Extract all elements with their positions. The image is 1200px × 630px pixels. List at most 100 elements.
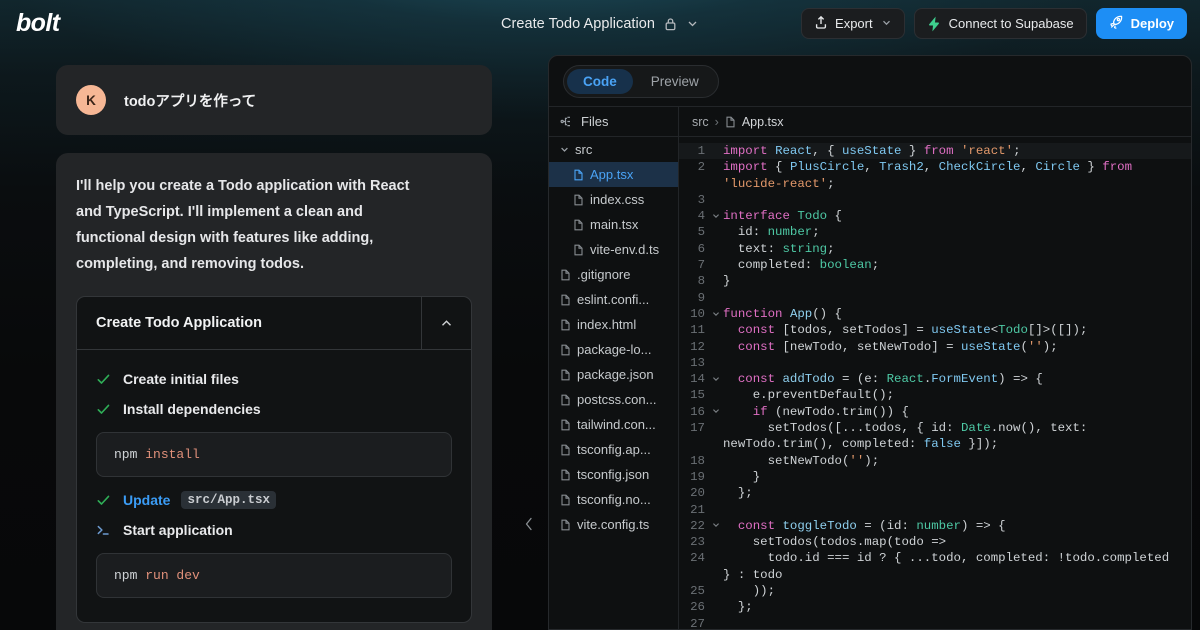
header-actions: Export Connect to Supabase Deploy — [801, 8, 1187, 39]
fold-chevron-down-icon[interactable] — [709, 404, 723, 420]
file-tree-item-app-tsx[interactable]: App.tsx — [549, 162, 678, 187]
file-icon — [560, 444, 571, 456]
line-number: 12 — [690, 339, 705, 354]
code-editor: src › App.tsx 1 import React, { useState … — [679, 107, 1191, 629]
command-name: npm — [114, 568, 138, 583]
file-tree-item-package-lock[interactable]: package-lo... — [549, 337, 678, 362]
chat-panel: K todoアプリを作って I'll help you create a Tod… — [0, 47, 548, 630]
file-tree-item-tsconfig-app[interactable]: tsconfig.ap... — [549, 437, 678, 462]
app-header: bolt Create Todo Application Export Conn… — [0, 0, 1200, 47]
file-tree-item-gitignore[interactable]: .gitignore — [549, 262, 678, 287]
code-line: 23 setTodos(todos.map(todo => — [679, 534, 1191, 550]
export-button[interactable]: Export — [801, 8, 905, 39]
chevron-down-icon — [560, 145, 569, 154]
file-tree-item-package-json[interactable]: package.json — [549, 362, 678, 387]
file-tree-label: vite.config.ts — [577, 517, 650, 532]
code-line: 5 id: number; — [679, 224, 1191, 240]
bolt-logo[interactable]: bolt — [16, 9, 60, 38]
fold-chevron-down-icon[interactable] — [709, 518, 723, 534]
file-tree-item-main-tsx[interactable]: main.tsx — [549, 212, 678, 237]
code-text: import React, { useState } from 'react'; — [723, 144, 1021, 158]
code-line: 15 e.preventDefault(); — [679, 387, 1191, 403]
file-tree-label: vite-env.d.ts — [590, 242, 660, 257]
code-line: 20 }; — [679, 485, 1191, 501]
file-icon — [560, 469, 571, 481]
artifact-step-label: Install dependencies — [123, 401, 261, 417]
file-tree-item-vite-config[interactable]: vite.config.ts — [549, 512, 678, 537]
line-number: 22 — [690, 518, 705, 533]
file-tree-title: Files — [581, 114, 609, 129]
code-text: } — [723, 274, 731, 289]
code-line: 27 — [679, 616, 1191, 629]
file-tree-item-tailwind-config[interactable]: tailwind.con... — [549, 412, 678, 437]
tab-preview[interactable]: Preview — [635, 69, 715, 94]
export-label: Export — [835, 16, 873, 31]
fold-chevron-down-icon[interactable] — [709, 306, 723, 322]
artifact-step: Create initial files — [96, 364, 452, 394]
file-tree-item-eslint-config[interactable]: eslint.confi... — [549, 287, 678, 312]
code-line: 2 import { PlusCircle, Trash2, CheckCircl… — [679, 159, 1191, 192]
file-tree-label: tailwind.con... — [577, 417, 656, 432]
file-tree-label: main.tsx — [590, 217, 639, 232]
line-number: 21 — [690, 502, 705, 517]
chevron-down-icon — [881, 16, 892, 31]
tab-code[interactable]: Code — [567, 68, 633, 94]
breadcrumb: src › App.tsx — [679, 107, 1191, 137]
artifact-step-label: Start application — [123, 522, 233, 538]
file-tree-label: package-lo... — [577, 342, 652, 357]
file-tree-item-index-html[interactable]: index.html — [549, 312, 678, 337]
code-text: function App() { — [723, 306, 842, 321]
code-line: 18 setNewTodo(''); — [679, 453, 1191, 469]
breadcrumb-separator: › — [714, 114, 719, 129]
file-tree-item-postcss-config[interactable]: postcss.con... — [549, 387, 678, 412]
code-line: 21 — [679, 502, 1191, 518]
avatar: K — [76, 85, 106, 115]
artifact-file-chip[interactable]: src/App.tsx — [181, 491, 276, 509]
line-number: 24 — [690, 551, 705, 566]
file-tree-folder-src[interactable]: src — [549, 137, 678, 162]
code-content[interactable]: 1 import React, { useState } from 'react'… — [679, 137, 1191, 629]
code-line: 24 todo.id === id ? { ...todo, completed… — [679, 550, 1191, 583]
file-tree-label: tsconfig.json — [577, 467, 650, 482]
file-icon — [560, 344, 571, 356]
file-tree-item-tsconfig-json[interactable]: tsconfig.json — [549, 462, 678, 487]
chevron-down-icon[interactable] — [686, 17, 699, 30]
file-tree-item-index-css[interactable]: index.css — [549, 187, 678, 212]
artifact-header[interactable]: Create Todo Application — [77, 297, 471, 350]
file-icon — [573, 219, 584, 231]
file-tree-item-vite-env[interactable]: vite-env.d.ts — [549, 237, 678, 262]
lock-icon[interactable] — [664, 17, 677, 31]
line-number: 17 — [690, 421, 705, 436]
file-tree-item-tsconfig-node[interactable]: tsconfig.no... — [549, 487, 678, 512]
command-name: npm — [114, 447, 138, 462]
line-number: 8 — [697, 274, 705, 289]
assistant-intro-text: I'll help you create a Todo application … — [76, 178, 410, 272]
fold-chevron-down-icon[interactable] — [709, 208, 723, 224]
check-icon — [96, 493, 112, 508]
code-line: 6 text: string; — [679, 241, 1191, 257]
deploy-button[interactable]: Deploy — [1095, 8, 1187, 39]
breadcrumb-file[interactable]: App.tsx — [742, 115, 784, 129]
code-text: } — [723, 469, 761, 484]
breadcrumb-folder[interactable]: src — [692, 115, 709, 129]
fold-chevron-down-icon[interactable] — [709, 371, 723, 387]
file-tree-label: index.html — [577, 317, 637, 332]
code-text: e.preventDefault(); — [723, 388, 895, 403]
code-text: const addTodo = (e: React.FormEvent) => … — [737, 372, 1043, 387]
line-number: 16 — [690, 404, 705, 419]
artifact-step-label[interactable]: Update — [123, 492, 170, 508]
artifact-step-label: Create initial files — [123, 371, 239, 387]
code-line: 11 const [todos, setTodos] = useState<To… — [679, 322, 1191, 338]
code-text: todo.id === id ? { ...todo, completed: !… — [723, 551, 1177, 582]
connect-supabase-button[interactable]: Connect to Supabase — [913, 8, 1087, 39]
line-number: 27 — [690, 616, 705, 629]
code-line: 14 const addTodo = (e: React.FormEvent) … — [679, 371, 1191, 387]
panel-collapse-handle[interactable] — [520, 509, 538, 539]
file-tree-label: App.tsx — [590, 167, 634, 182]
supabase-bolt-icon — [927, 16, 942, 32]
chevron-up-icon[interactable] — [421, 297, 471, 349]
